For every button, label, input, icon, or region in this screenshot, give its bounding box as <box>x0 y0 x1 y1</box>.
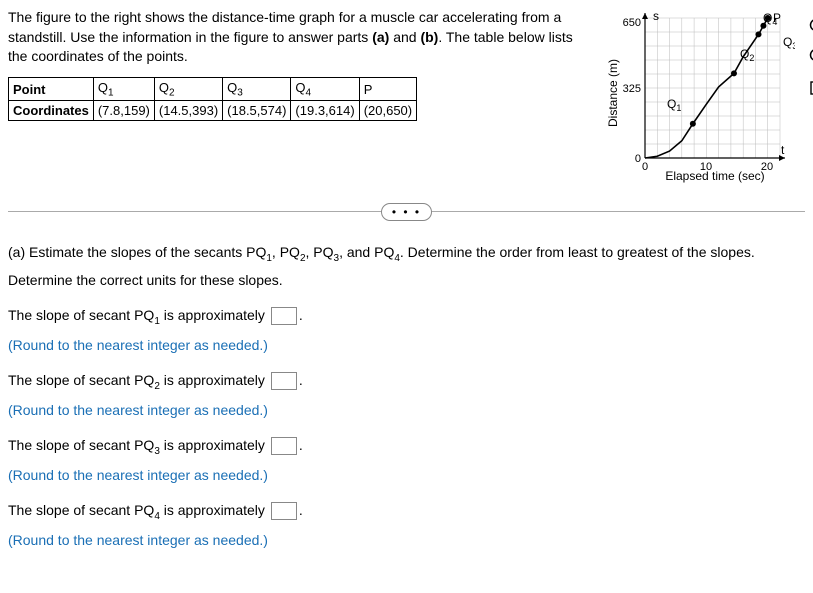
hint-pq1: (Round to the nearest integer as needed.… <box>8 333 805 358</box>
pq4-input[interactable] <box>271 502 297 520</box>
intro-paragraph: The figure to the right shows the distan… <box>8 8 585 67</box>
label-q2: Q2 <box>740 47 754 63</box>
th-q1: Q1 <box>93 77 154 101</box>
xtick-10: 10 <box>700 161 712 173</box>
td-q3: (18.5,574) <box>223 101 291 121</box>
question-a: (a) Estimate the slopes of the secants P… <box>8 240 805 293</box>
intro-and: and <box>389 29 420 45</box>
y-axis-label: Distance (m) <box>606 59 620 127</box>
qa-t2: Estimate the slopes of the secants PQ <box>25 244 266 260</box>
table-row: Coordinates (7.8,159) (14.5,393) (18.5,5… <box>9 101 417 121</box>
qa-t4: , PQ <box>306 244 334 260</box>
td-q4: (19.3,614) <box>291 101 359 121</box>
answer-pq3-line: The slope of secant PQ3 is approximately… <box>8 433 805 461</box>
pq1-input[interactable] <box>271 307 297 325</box>
td-p: (20,650) <box>359 101 416 121</box>
xtick-0: 0 <box>642 161 648 173</box>
label-q3: Q3 <box>783 35 795 51</box>
popout-icon[interactable] <box>809 78 813 96</box>
zoom-in-icon[interactable] <box>809 18 813 36</box>
pq2-input[interactable] <box>271 372 297 390</box>
ytick-325: 325 <box>623 83 641 95</box>
th-q4: Q4 <box>291 77 359 101</box>
distance-time-chart: Distance (m) Elapsed time (sec) 0 10 20 … <box>605 8 805 183</box>
coordinates-table: Point Q1 Q2 Q3 Q4 P Coordinates (7.8,159… <box>8 77 417 122</box>
answer-pq2-line: The slope of secant PQ2 is approximately… <box>8 368 805 396</box>
label-q1: Q1 <box>667 97 681 113</box>
t-label: t <box>781 143 785 157</box>
hint-pq2: (Round to the nearest integer as needed.… <box>8 398 805 423</box>
intro-bold-a: (a) <box>372 29 389 45</box>
pq3-input[interactable] <box>271 437 297 455</box>
td-q2: (14.5,393) <box>154 101 222 121</box>
hint-pq4: (Round to the nearest integer as needed.… <box>8 528 805 553</box>
td-q1: (7.8,159) <box>93 101 154 121</box>
hint-pq3: (Round to the nearest integer as needed.… <box>8 463 805 488</box>
s-label: s <box>653 9 659 23</box>
answer-pq4-line: The slope of secant PQ4 is approximately… <box>8 498 805 526</box>
th-p: P <box>359 77 416 101</box>
th-point: Point <box>9 77 94 101</box>
qa-t5: , and PQ <box>339 244 394 260</box>
qa-bold: (a) <box>8 244 25 260</box>
ytick-0: 0 <box>635 153 641 165</box>
answer-pq1-line: The slope of secant PQ1 is approximately… <box>8 303 805 331</box>
ytick-650: 650 <box>623 17 641 29</box>
divider: • • • <box>8 211 805 212</box>
th-q3: Q3 <box>223 77 291 101</box>
table-row: Point Q1 Q2 Q3 Q4 P <box>9 77 417 101</box>
xtick-20: 20 <box>761 161 773 173</box>
td-coord-label: Coordinates <box>9 101 94 121</box>
th-q2: Q2 <box>154 77 222 101</box>
qa-t3: , PQ <box>272 244 300 260</box>
intro-bold-b: (b) <box>420 29 438 45</box>
x-axis-label: Elapsed time (sec) <box>665 169 764 183</box>
expand-toggle-button[interactable]: • • • <box>381 203 432 221</box>
zoom-out-icon[interactable] <box>809 48 813 66</box>
label-p: P <box>773 11 781 25</box>
chart-svg: Distance (m) Elapsed time (sec) 0 10 20 … <box>605 8 795 183</box>
